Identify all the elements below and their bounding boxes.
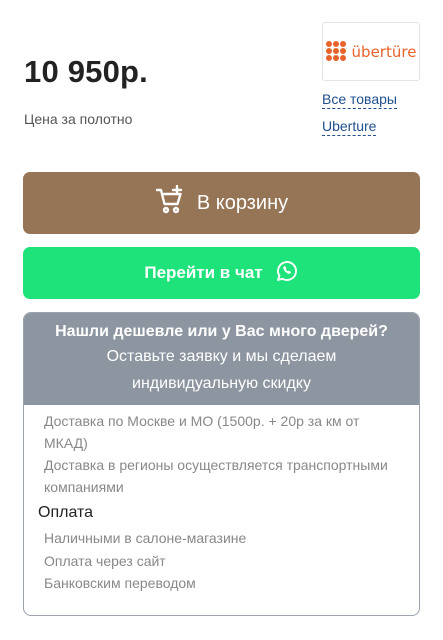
uberture-logo-mark xyxy=(325,40,348,63)
delivery-item: Доставка по Москве и МО (1500р. + 20р за… xyxy=(44,413,360,451)
delivery-payment-info: Доставка по Москве и МО (1500р. + 20р за… xyxy=(24,405,419,595)
brand-logo-text: übertüre xyxy=(351,42,417,61)
go-to-chat-label: Перейти в чат xyxy=(144,263,263,282)
brand-link[interactable]: Uberture xyxy=(322,118,377,136)
add-to-cart-button[interactable]: В корзину xyxy=(23,172,420,234)
brand-logo[interactable]: übertüre xyxy=(322,22,420,81)
payment-item: Банковским переводом xyxy=(44,575,196,591)
discount-title: Нашли дешевле или у Вас много дверей? xyxy=(55,323,388,340)
payment-title: Оплата xyxy=(38,504,94,521)
discount-subtitle-line2: индивидуальную скидку xyxy=(132,375,311,392)
go-to-chat-button[interactable]: Перейти в чат xyxy=(23,247,420,299)
payment-item: Наличными в салоне-магазине xyxy=(44,530,247,546)
all-products-link[interactable]: Все товары xyxy=(322,91,397,109)
discount-banner[interactable]: Нашли дешевле или у Вас много дверей? Ос… xyxy=(24,313,419,405)
cart-plus-icon xyxy=(155,184,185,221)
price: 10 950р. xyxy=(24,54,148,89)
payment-item: Оплата через сайт xyxy=(44,552,166,569)
price-note: Цена за полотно xyxy=(24,111,133,127)
discount-subtitle-line1: Оставьте заявку и мы сделаем xyxy=(106,348,337,365)
whatsapp-icon xyxy=(275,259,299,288)
delivery-item: Доставка в регионы осуществляется трансп… xyxy=(44,457,388,495)
discount-request-panel[interactable]: Нашли дешевле или у Вас много дверей? Ос… xyxy=(23,312,420,616)
add-to-cart-label: В корзину xyxy=(196,191,289,214)
